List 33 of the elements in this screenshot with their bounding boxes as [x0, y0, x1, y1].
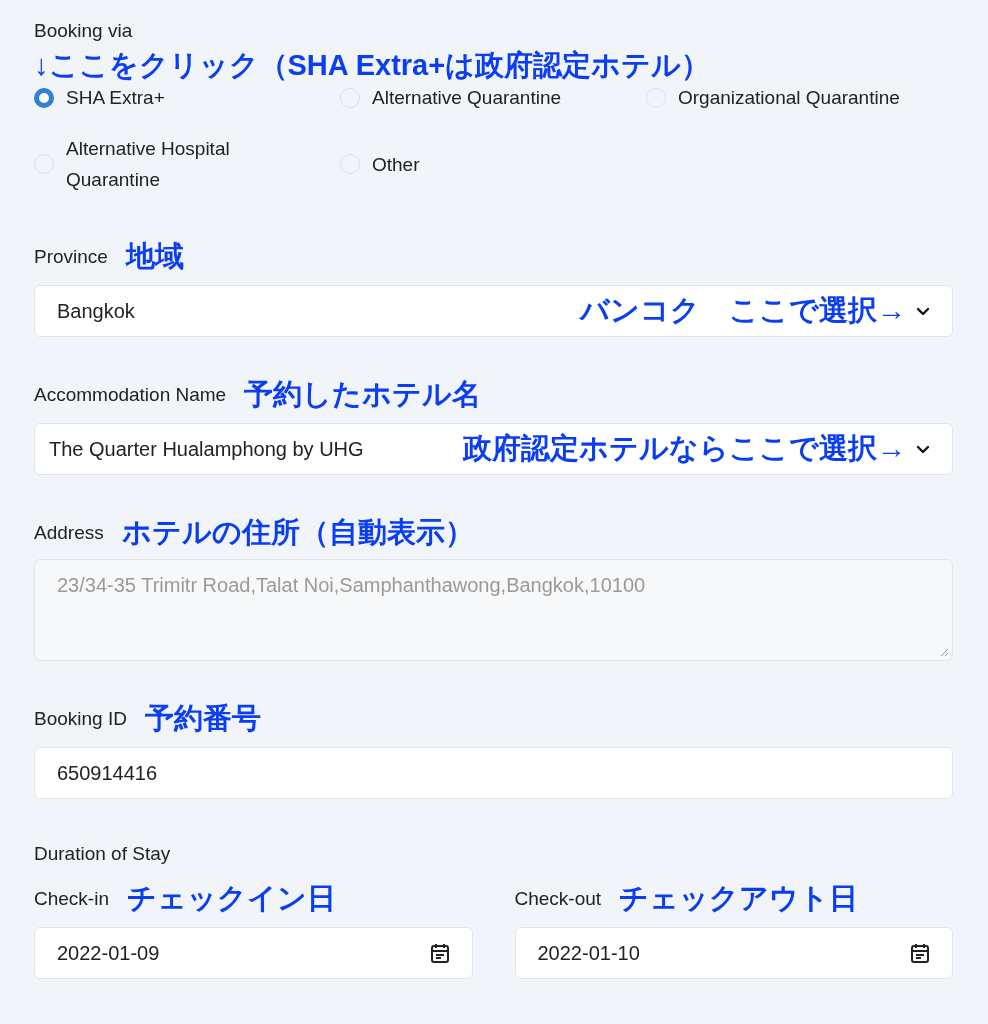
annotation-text: ↓ここをクリック（SHA Extra+は政府認定ホテル） — [34, 48, 712, 82]
field-label: Accommodation Name — [34, 384, 227, 406]
dropdown-field[interactable]: The Quarter Hualamphong by UHG 政府認定ホテルならここで選択→ — [34, 423, 953, 475]
annotation-text: 政府認定ホテルならここで選択→ — [463, 431, 906, 466]
input-field[interactable]: 650914416 — [34, 747, 953, 799]
resize-grip-icon — [939, 647, 949, 657]
radio-option[interactable]: SHA Extra+ — [34, 82, 165, 113]
field-label: Booking via — [34, 20, 134, 42]
radio-option[interactable]: Other — [340, 133, 420, 195]
field-label: Check-in — [34, 888, 109, 910]
field-label: Check-out — [514, 888, 602, 910]
radio-option[interactable]: Organizational Quarantine — [646, 82, 900, 113]
field-label: Address — [34, 522, 104, 544]
dropdown-field[interactable]: Bangkok バンコク ここで選択→ — [34, 285, 953, 337]
annotation-text: 予約番号 — [144, 701, 261, 736]
date-field[interactable]: 2022-01-10 — [514, 927, 953, 979]
calendar-icon — [910, 942, 930, 964]
calendar-icon — [429, 942, 450, 964]
annotation-text: バンコク ここで選択→ — [580, 293, 906, 328]
radio-option[interactable]: Alternative Hospital Quarantine — [34, 133, 296, 195]
radio-button[interactable] — [34, 87, 54, 108]
radio-option[interactable]: Alternative Quarantine — [340, 82, 562, 113]
annotation-text: チェックイン日 — [127, 881, 336, 916]
annotation-text: チェックアウト日 — [619, 881, 859, 916]
annotation-text: 地域 — [125, 239, 184, 274]
field-label: Booking ID — [34, 708, 127, 730]
annotation-text: 予約したホテル名 — [244, 377, 482, 412]
date-field[interactable]: 2022-01-09 — [34, 927, 473, 979]
field-label: Province — [34, 246, 108, 268]
section-label: Duration of Stay — [34, 843, 172, 865]
chevron-down-icon — [916, 444, 930, 454]
annotation-text: ホテルの住所（自動表示） — [121, 515, 474, 550]
chevron-down-icon — [916, 306, 930, 316]
